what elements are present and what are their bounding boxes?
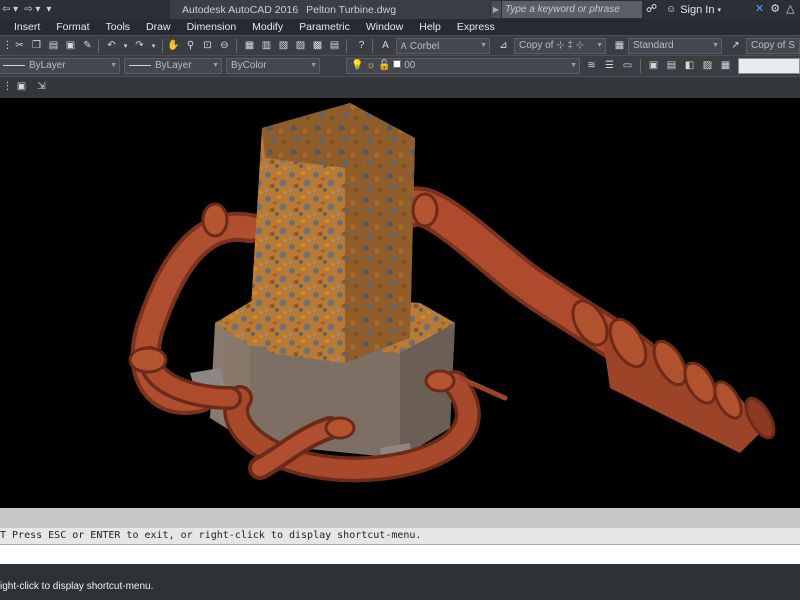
redo-dropdown-icon[interactable]: ▾ [146,38,161,53]
table-style-icon[interactable]: ▦ [612,38,627,53]
undo-dropdown-icon[interactable]: ▾ [118,38,133,53]
app-name: Autodesk AutoCAD 2016 [182,3,299,16]
exchange-apps-icon[interactable]: ✕ [755,2,764,15]
secondary-toolbar: ⋮ ▣ ⇲ [0,76,800,98]
menu-bar: Insert Format Tools Draw Dimension Modif… [0,19,800,35]
a360-icon[interactable]: △ [786,2,794,15]
zoom-window-icon[interactable]: ⊡ [200,38,215,53]
undo-icon[interactable]: ⇦ ▾ [2,4,18,15]
menu-express[interactable]: Express [449,21,503,33]
redo-icon[interactable]: ↷ [132,38,147,53]
multileader-style-select[interactable]: Copy of S [746,38,800,54]
layer-select[interactable]: 💡 ☼ 🔓 00 ▼ [346,58,580,74]
copy-icon[interactable]: ❐ [29,38,44,53]
paste-icon[interactable]: ▤ [46,38,61,53]
help-icon[interactable]: ? [354,38,369,53]
color-select[interactable]: ByColor ▼ [226,58,320,74]
properties-icon[interactable]: ▦ [242,38,257,53]
undo-icon[interactable]: ↶ [104,38,119,53]
layer-states-icon[interactable]: ☰ [602,58,617,73]
pan-icon[interactable]: ✋ [166,38,181,53]
properties-toolbar: ByLayer ▼ ByLayer ▼ ByColor ▼ 💡 ☼ 🔓 00 ▼ ≋ ☰… [0,55,800,76]
menu-draw[interactable]: Draw [138,21,179,33]
drawing-viewport[interactable] [0,98,800,508]
ucs-previous-icon[interactable]: ⇲ [34,79,49,94]
menu-parametric[interactable]: Parametric [291,21,358,33]
menu-modify[interactable]: Modify [244,21,291,33]
dimension-style-select[interactable]: Copy of ⊹ ‡ ⊹ ▼ [514,38,606,54]
window-title: Autodesk AutoCAD 2016 Pelton Turbine.dwg [170,0,490,19]
layer-thaw-icon: ☼ [366,60,376,71]
menu-dimension[interactable]: Dimension [179,21,245,33]
menu-window[interactable]: Window [358,21,411,33]
layer-previous-icon[interactable]: ▭ [620,58,635,73]
layer-isolate-icon[interactable]: ◧ [682,58,697,73]
quick-access-toolbar: ⇦ ▾ ⇨ ▾ ▾ [0,0,57,19]
tool-palettes-icon[interactable]: ▧ [276,38,291,53]
layer-on-icon: 💡 [351,60,364,71]
turbine-casing-stack [250,103,415,363]
dim-style-icon[interactable]: ⊿ [496,38,511,53]
chevron-down-icon: ▾ [717,6,721,14]
layer-properties-icon[interactable]: ≋ [584,58,599,73]
zoom-realtime-icon[interactable]: ⚲ [183,38,198,53]
text-style-icon[interactable]: A [378,38,393,53]
sign-in-button[interactable]: ☺ Sign In ▾ [666,1,721,18]
cut-icon[interactable]: ✂ [12,38,27,53]
grip-icon[interactable]: ⋮ [0,79,15,94]
text-style-select[interactable]: Ꭺ Corbel ▼ [396,38,490,54]
user-icon: ☺ [666,4,677,15]
search-expand-icon[interactable]: ▶ [491,1,501,18]
document-name: Pelton Turbine.dwg [306,3,397,16]
binoculars-icon[interactable]: ☍ [646,2,657,15]
multileader-style-icon[interactable]: ↗ [728,38,743,53]
menu-insert[interactable]: Insert [0,21,48,33]
copy-base-icon[interactable]: ▣ [63,38,78,53]
qat-dropdown-icon[interactable]: ▾ [46,4,51,15]
layer-color-swatch [393,60,402,68]
table-style-select[interactable]: Standard ▼ [628,38,722,54]
autodesk-360-icon[interactable]: ⚙ [770,2,780,15]
lineweight-select[interactable]: ByLayer ▼ [124,58,222,74]
command-tooltip: ight-click to display shortcut-menu. [0,581,154,592]
standard-toolbar: ⋮ ✂ ❐ ▤ ▣ ✎ ↶ ▾ ↷ ▾ ✋ ⚲ ⊡ ⊖ ▦ ▥ ▧ ▨ ▩ ▤ … [0,35,800,55]
design-center-icon[interactable]: ▥ [259,38,274,53]
spear-valve [571,299,776,453]
make-current-icon[interactable]: ▣ [646,58,661,73]
menu-format[interactable]: Format [48,21,97,33]
menu-help[interactable]: Help [411,21,449,33]
redo-icon[interactable]: ⇨ ▾ [24,4,40,15]
layer-off-icon[interactable]: ▨ [700,58,715,73]
match-properties-icon[interactable]: ✎ [80,38,95,53]
command-input[interactable] [0,544,800,564]
command-history-line: T Press ESC or ENTER to exit, or right-c… [0,528,800,544]
sign-in-label: Sign In [680,3,715,16]
markup-icon[interactable]: ▩ [310,38,325,53]
search-input[interactable]: Type a keyword or phrase [502,1,642,18]
title-bar: ⇦ ▾ ⇨ ▾ ▾ Autodesk AutoCAD 2016 Pelton T… [0,0,800,19]
layer-filter-input[interactable] [738,58,800,74]
ucs-icon[interactable]: ▣ [14,79,29,94]
menu-tools[interactable]: Tools [98,21,139,33]
layer-freeze-icon[interactable]: ▦ [718,58,733,73]
layer-lock-icon: 🔓 [378,60,391,71]
sheet-set-icon[interactable]: ▨ [293,38,308,53]
linetype-select[interactable]: ByLayer ▼ [0,58,120,74]
titlebar-right-icons: ✕ ⚙ △ [755,2,795,15]
quickcalc-icon[interactable]: ▤ [327,38,342,53]
layer-match-icon[interactable]: ▤ [664,58,679,73]
pelton-turbine-model [128,103,776,483]
zoom-previous-icon[interactable]: ⊖ [217,38,232,53]
